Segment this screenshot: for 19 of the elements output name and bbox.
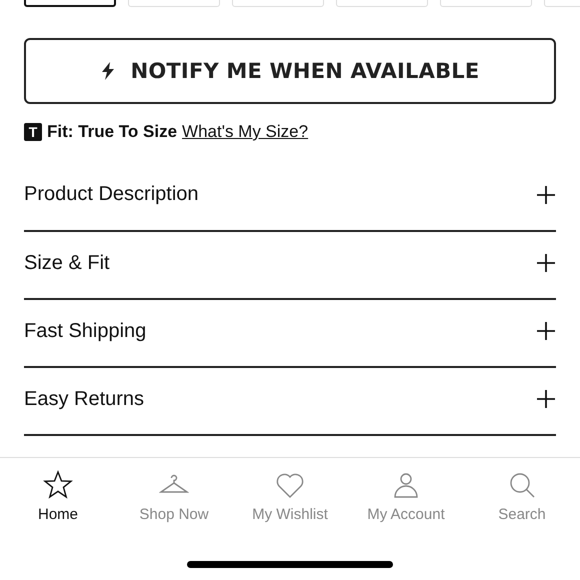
- accordion-title: Size & Fit: [24, 252, 110, 274]
- notify-button[interactable]: NOTIFY ME WHEN AVAILABLE: [24, 38, 556, 104]
- accordion-row[interactable]: Size & Fit: [24, 232, 556, 300]
- tab-bar-item[interactable]: Shop Now: [116, 470, 232, 523]
- fit-badge: T: [24, 123, 42, 141]
- accordion-row[interactable]: Easy Returns: [24, 368, 556, 436]
- star-icon: [43, 470, 73, 500]
- accordion-title: Easy Returns: [24, 388, 144, 410]
- accordion-title: Fast Shipping: [24, 320, 146, 342]
- tab-bar-item[interactable]: Search: [464, 470, 580, 523]
- tab-bar-item[interactable]: My Wishlist: [232, 470, 348, 523]
- size-guide-link[interactable]: What's My Size?: [182, 122, 308, 142]
- accordion-row[interactable]: Product Description: [24, 163, 556, 232]
- tab-bar-item[interactable]: My Account: [348, 470, 464, 523]
- tab-bar-item[interactable]: Home: [0, 470, 116, 523]
- accordion-title: Product Description: [24, 183, 199, 206]
- accordion-row[interactable]: Fast Shipping: [24, 300, 556, 368]
- fit-label: Fit: True To Size: [47, 122, 178, 142]
- lightning-icon: [100, 62, 115, 80]
